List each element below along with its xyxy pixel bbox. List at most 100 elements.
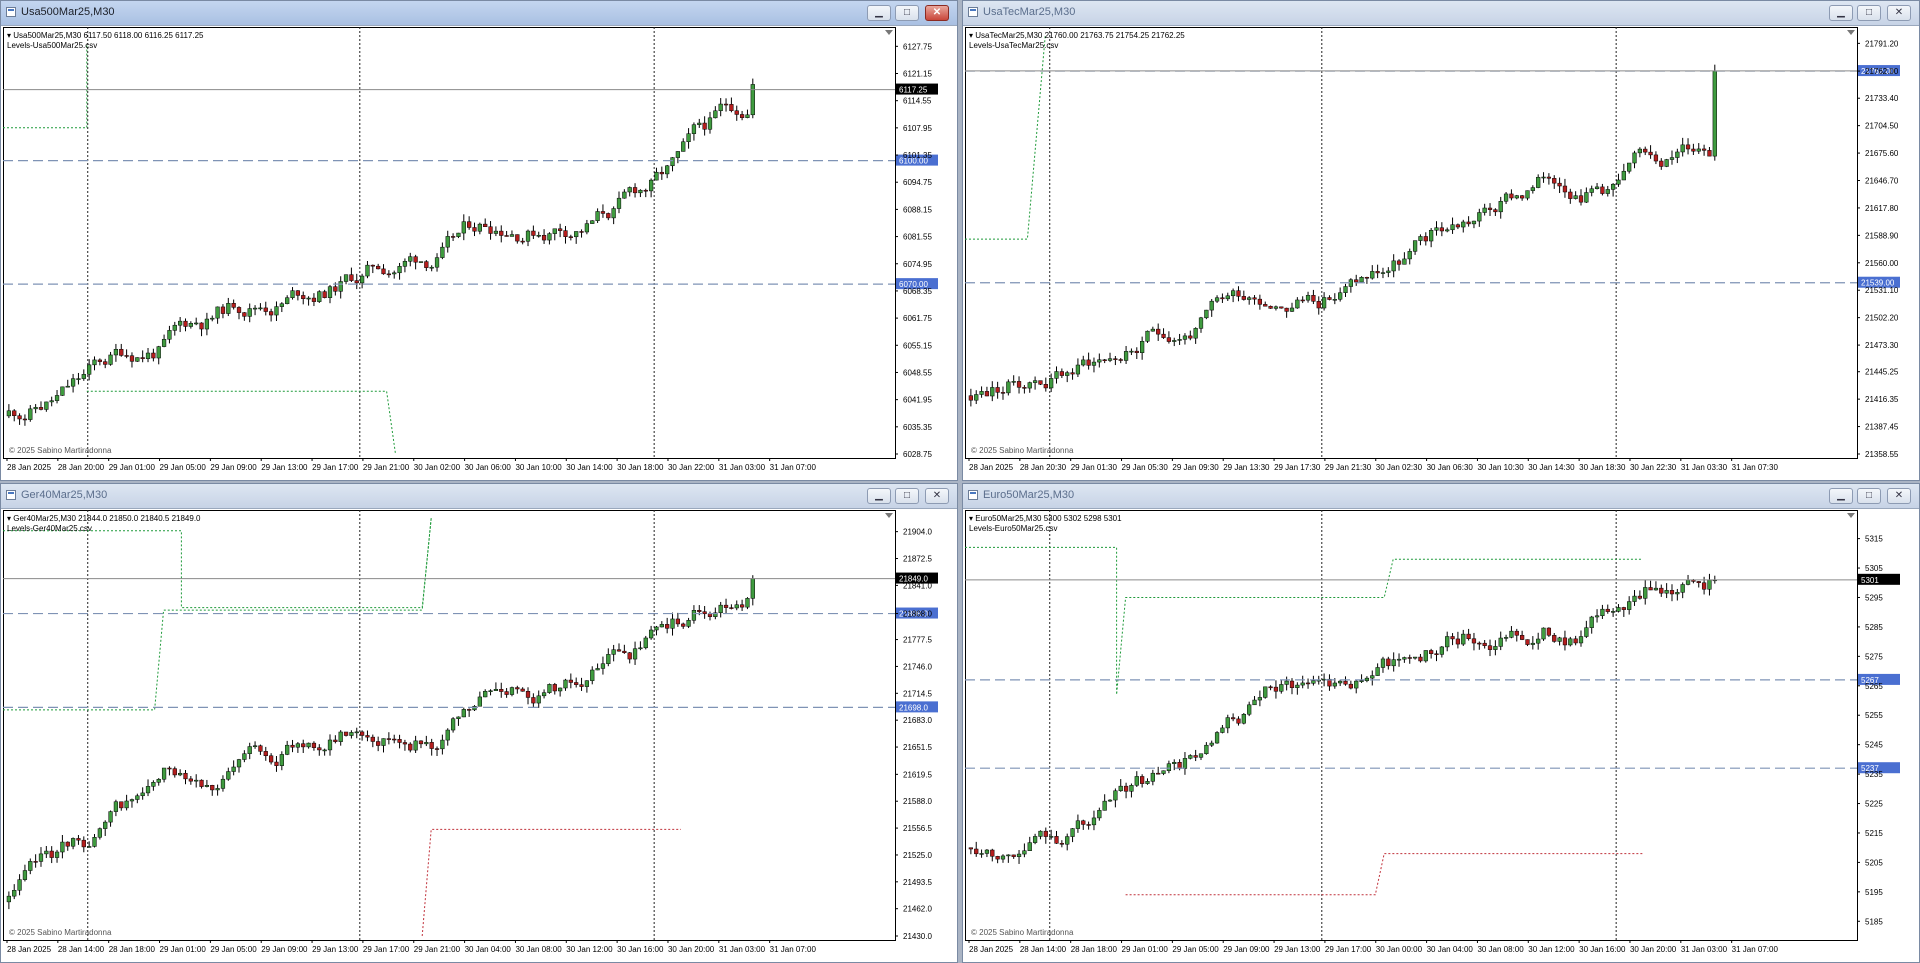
x-tick-label: 30 Jan 08:00 [515, 945, 562, 954]
candle-body [707, 613, 713, 617]
candle-body [648, 179, 654, 192]
x-tick-label: 29 Jan 13:00 [1274, 945, 1321, 954]
upper-level-band [965, 546, 1643, 695]
chart-window-ger40[interactable]: Ger40Mar25,M30 ▁ □ ✕ 21808.0 21698.0 21849… [0, 483, 958, 963]
y-tick-label: 21493.5 [903, 878, 932, 887]
chart-window-usa500[interactable]: Usa500Mar25,M30 ▁ □ ✕ 6100.00 6070.00 6117… [0, 0, 958, 481]
chart-window-usatec[interactable]: UsaTecMar25,M30 ▁ □ ✕ 21762.00 21539.00 21… [962, 0, 1920, 481]
candle-body [1279, 306, 1284, 309]
candle-body [1054, 371, 1059, 379]
candle-body [1038, 830, 1043, 837]
candle-body [236, 307, 242, 313]
candle-body [1562, 637, 1568, 646]
x-tick-label: 30 Jan 10:00 [515, 463, 562, 472]
candle-body [1209, 300, 1214, 311]
candle-body [1311, 295, 1316, 302]
candle-body [194, 322, 199, 325]
candle-body [124, 355, 129, 357]
candle-body [1000, 392, 1006, 394]
candle-body [220, 778, 226, 789]
candle-body [1086, 824, 1091, 826]
candle-body [547, 684, 552, 693]
close-button[interactable]: ✕ [1887, 5, 1911, 21]
candle-body [1177, 339, 1182, 341]
window-titlebar[interactable]: Euro50Mar25,M30 ▁ □ ✕ [963, 484, 1919, 509]
candle-body [263, 751, 268, 757]
candle-body [1075, 820, 1081, 829]
candle-body [1707, 150, 1712, 157]
x-tick-label: 28 Jan 14:00 [1020, 945, 1067, 954]
candle-body [199, 779, 204, 787]
close-button[interactable]: ✕ [925, 488, 949, 504]
candle-body [606, 213, 611, 219]
candle-body [1648, 587, 1653, 591]
candle-body [1584, 627, 1589, 637]
candle-body [979, 391, 984, 395]
minimize-button[interactable]: ▁ [1829, 488, 1853, 504]
candle-body [1600, 608, 1605, 617]
candle-body [1305, 682, 1311, 685]
maximize-button[interactable]: □ [895, 5, 919, 21]
candle-body [1402, 258, 1407, 265]
y-tick-label: 21872.5 [903, 555, 932, 564]
chart-plot-area[interactable]: 5267 5237 5301 5315 5305 5295 5285 5275 5265 5255… [965, 510, 1917, 960]
chart-plot-area[interactable]: 6100.00 6070.00 6117.25 6127.75 6121.15 6114.… [3, 27, 955, 478]
candle-body [92, 837, 97, 847]
candle-body [606, 654, 611, 664]
chart-plot-area[interactable]: 21762.00 21539.00 21791.20 21762.00 21733.40… [965, 27, 1917, 478]
candle-body [1450, 224, 1455, 231]
candle-body [1659, 587, 1664, 594]
candle-body [1696, 148, 1701, 152]
window-titlebar[interactable]: UsaTecMar25,M30 ▁ □ ✕ [963, 1, 1919, 26]
minimize-button[interactable]: ▁ [1829, 5, 1853, 21]
chart-window-euro50[interactable]: Euro50Mar25,M30 ▁ □ ✕ 5267 5237 5301 5315 53… [962, 483, 1920, 963]
candle-body [579, 684, 584, 687]
candle-body [1621, 170, 1626, 181]
candle-body [974, 848, 979, 855]
candle-body [1289, 307, 1295, 312]
candle-body [76, 838, 81, 841]
y-tick-label: 5245 [1865, 741, 1883, 750]
x-tick-label: 29 Jan 21:30 [1325, 463, 1372, 472]
candle-body [301, 295, 306, 299]
candle-body [418, 740, 424, 745]
candle-body [461, 709, 466, 718]
maximize-button[interactable]: □ [1857, 488, 1881, 504]
candle-body [1525, 639, 1530, 645]
close-button[interactable]: ✕ [1887, 488, 1911, 504]
candle-body [349, 274, 354, 281]
candle-body [477, 223, 482, 232]
chart-window-icon [6, 7, 16, 17]
candle-body [648, 629, 654, 639]
candle-body [65, 841, 70, 847]
candle-body [509, 234, 515, 237]
candle-body [140, 357, 145, 359]
candle-body [1610, 183, 1616, 190]
candle-body [1166, 337, 1172, 342]
candle-body [563, 230, 568, 237]
candle-body [1546, 176, 1552, 179]
candle-body [1450, 636, 1455, 640]
close-button[interactable]: ✕ [925, 5, 949, 21]
maximize-button[interactable]: □ [895, 488, 919, 504]
candle-body [70, 378, 76, 387]
candle-body [1156, 328, 1161, 335]
candle-body [1065, 372, 1070, 376]
candle-body [386, 273, 391, 276]
y-tick-label: 5185 [1865, 917, 1883, 926]
levels-file-label: Levels-UsaTecMar25.csv [969, 41, 1058, 50]
candle-body [1086, 359, 1091, 366]
window-titlebar[interactable]: Ger40Mar25,M30 ▁ □ ✕ [1, 484, 957, 509]
window-titlebar[interactable]: Usa500Mar25,M30 ▁ □ ✕ [1, 1, 957, 26]
chart-plot-area[interactable]: 21808.0 21698.0 21849.0 21904.0 21872.5 21841… [3, 510, 955, 960]
minimize-button[interactable]: ▁ [867, 488, 891, 504]
maximize-button[interactable]: □ [1857, 5, 1881, 21]
candle-body [1637, 595, 1642, 599]
candle-body [1509, 630, 1514, 638]
candle-body [1193, 755, 1198, 758]
x-tick-label: 30 Jan 04:00 [465, 945, 512, 954]
y-tick-label: 5275 [1865, 652, 1883, 661]
candle-body [1161, 333, 1166, 338]
candle-body [87, 364, 92, 375]
minimize-button[interactable]: ▁ [867, 5, 891, 21]
